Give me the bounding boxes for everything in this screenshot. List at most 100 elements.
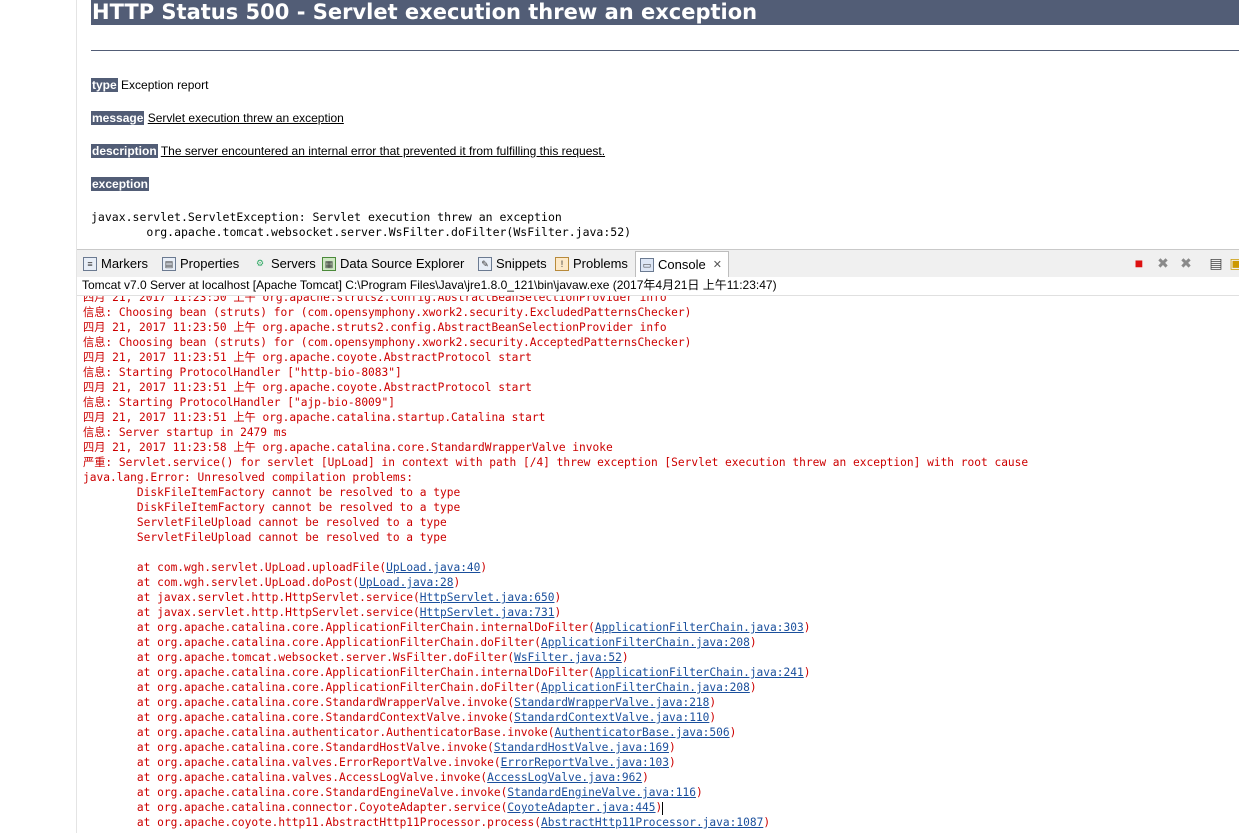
remove-all-terminated-icon[interactable]: ✖ — [1178, 255, 1194, 271]
console-line: 信息: Starting ProtocolHandler ["http-bio-… — [83, 365, 1028, 380]
tab-label: Snippets — [496, 256, 547, 271]
source-link[interactable]: ApplicationFilterChain.java:241 — [595, 666, 804, 679]
description-value: The server encountered an internal error… — [160, 144, 606, 158]
console-line-text: 信息: Starting ProtocolHandler ["http-bio-… — [83, 366, 402, 379]
console-title: Tomcat v7.0 Server at localhost [Apache … — [77, 277, 1239, 295]
source-link[interactable]: AccessLogValve.java:962 — [487, 771, 642, 784]
console-line: at org.apache.catalina.connector.CoyoteA… — [83, 800, 1028, 815]
console-line-text: 四月 21, 2017 11:23:50 上午 org.apache.strut… — [83, 321, 667, 334]
console-line-tail: ) — [763, 816, 771, 829]
tab-label: Problems — [573, 256, 628, 271]
source-link[interactable]: CoyoteAdapter.java:445 — [507, 801, 655, 814]
source-link[interactable]: ApplicationFilterChain.java:208 — [541, 636, 750, 649]
tab-console[interactable]: ▭ Console ✕ — [635, 251, 729, 277]
message-value: Servlet execution threw an exception — [147, 111, 344, 125]
console-line-text: at org.apache.catalina.valves.ErrorRepor… — [83, 756, 501, 769]
remove-launch-icon[interactable]: ✖ — [1155, 255, 1171, 271]
console-line-text: 信息: Server startup in 2479 ms — [83, 426, 288, 439]
console-line: 四月 21, 2017 11:23:50 上午 org.apache.strut… — [83, 295, 1028, 305]
console-line-text: at com.wgh.servlet.UpLoad.uploadFile( — [83, 561, 387, 574]
console-line-tail: ) — [554, 606, 562, 619]
exception-row: exception — [91, 177, 150, 191]
console-line: at com.wgh.servlet.UpLoad.uploadFile(UpL… — [83, 560, 1028, 575]
tab-markers[interactable]: ≡ Markers — [83, 254, 148, 274]
tab-snippets[interactable]: ✎ Snippets — [478, 254, 547, 274]
console-line-text: java.lang.Error: Unresolved compilation … — [83, 471, 420, 484]
console-line: 四月 21, 2017 11:23:51 上午 org.apache.coyot… — [83, 380, 1028, 395]
console-line-text: DiskFileItemFactory cannot be resolved t… — [83, 486, 461, 499]
terminate-icon[interactable]: ■ — [1131, 255, 1147, 271]
tab-problems[interactable]: ! Problems — [555, 254, 628, 274]
source-link[interactable]: StandardHostValve.java:169 — [494, 741, 669, 754]
console-line-tail: ) — [480, 561, 488, 574]
left-panel — [0, 0, 77, 833]
console-line: 信息: Choosing bean (struts) for (com.open… — [83, 305, 1028, 320]
console-line-text: DiskFileItemFactory cannot be resolved t… — [83, 501, 461, 514]
console-line-text: at org.apache.catalina.connector.CoyoteA… — [83, 801, 508, 814]
text-cursor — [662, 801, 664, 815]
console-line-tail: ) — [729, 726, 737, 739]
description-label: description — [91, 144, 158, 158]
tab-label: Properties — [180, 256, 240, 271]
console-line-text: ServletFileUpload cannot be resolved to … — [83, 516, 447, 529]
type-value: Exception report — [121, 78, 209, 92]
console-line-text: ServletFileUpload cannot be resolved to … — [83, 531, 447, 544]
console-line: at org.apache.tomcat.websocket.server.Ws… — [83, 650, 1028, 665]
console-lines: 四月 21, 2017 11:23:50 上午 org.apache.strut… — [83, 295, 1028, 830]
console-line-text: 四月 21, 2017 11:23:51 上午 org.apache.catal… — [83, 411, 546, 424]
console-line-text: 严重: Servlet.service() for servlet [UpLoa… — [83, 456, 1029, 469]
source-link[interactable]: WsFilter.java:52 — [514, 651, 622, 664]
console-line-text: 四月 21, 2017 11:23:51 上午 org.apache.coyot… — [83, 381, 532, 394]
close-icon[interactable]: ✕ — [713, 255, 722, 275]
clear-console-icon[interactable]: ▤ — [1208, 255, 1224, 271]
console-line: 四月 21, 2017 11:23:51 上午 org.apache.coyot… — [83, 350, 1028, 365]
source-link[interactable]: AbstractHttp11Processor.java:1087 — [541, 816, 763, 829]
console-line-text: at org.apache.catalina.authenticator.Aut… — [83, 726, 555, 739]
console-line-text: at org.apache.coyote.http11.AbstractHttp… — [83, 816, 542, 829]
source-link[interactable]: UpLoad.java:28 — [359, 576, 453, 589]
console-line-text: at org.apache.catalina.core.StandardWrap… — [83, 696, 515, 709]
console-line-tail: ) — [803, 621, 811, 634]
type-row: type Exception report — [91, 78, 208, 92]
source-link[interactable]: AuthenticatorBase.java:506 — [555, 726, 730, 739]
exception-line-2: org.apache.tomcat.websocket.server.WsFil… — [91, 225, 632, 239]
source-link[interactable]: ErrorReportValve.java:103 — [501, 756, 669, 769]
console-line-text: at com.wgh.servlet.UpLoad.doPost( — [83, 576, 360, 589]
console-line-tail: ) — [453, 576, 461, 589]
source-link[interactable]: HttpServlet.java:650 — [420, 591, 555, 604]
source-link[interactable]: ApplicationFilterChain.java:208 — [541, 681, 750, 694]
console-line-text: at org.apache.catalina.core.StandardEngi… — [83, 786, 508, 799]
console-line: at org.apache.catalina.core.StandardWrap… — [83, 695, 1028, 710]
source-link[interactable]: HttpServlet.java:731 — [420, 606, 555, 619]
exception-label: exception — [91, 177, 150, 191]
console-line-text: at org.apache.catalina.core.ApplicationF… — [83, 621, 595, 634]
scroll-lock-icon[interactable]: ▣ — [1228, 255, 1239, 271]
console-line-tail: ) — [554, 591, 562, 604]
console-line-tail: ) — [669, 756, 676, 769]
data-source-explorer-icon: ▦ — [322, 257, 336, 271]
console-line: java.lang.Error: Unresolved compilation … — [83, 470, 1028, 485]
tab-data-source-explorer[interactable]: ▦ Data Source Explorer — [322, 254, 464, 274]
console-line-text: 四月 21, 2017 11:23:50 上午 org.apache.strut… — [83, 295, 667, 304]
tab-properties[interactable]: ▤ Properties — [162, 254, 239, 274]
console-line: 四月 21, 2017 11:23:51 上午 org.apache.catal… — [83, 410, 1028, 425]
source-link[interactable]: StandardContextValve.java:110 — [514, 711, 709, 724]
source-link[interactable]: ApplicationFilterChain.java:303 — [595, 621, 804, 634]
console-line: at com.wgh.servlet.UpLoad.doPost(UpLoad.… — [83, 575, 1028, 590]
divider — [91, 50, 1239, 51]
console-line: 严重: Servlet.service() for servlet [UpLoa… — [83, 455, 1028, 470]
console-output[interactable]: 四月 21, 2017 11:23:50 上午 org.apache.strut… — [77, 295, 1239, 834]
console-line-text: 四月 21, 2017 11:23:58 上午 org.apache.catal… — [83, 441, 613, 454]
console-line: at org.apache.catalina.authenticator.Aut… — [83, 725, 1028, 740]
source-link[interactable]: StandardWrapperValve.java:218 — [514, 696, 709, 709]
console-line: 信息: Server startup in 2479 ms — [83, 425, 1028, 440]
source-link[interactable]: StandardEngineValve.java:116 — [507, 786, 696, 799]
console-line-text: at org.apache.catalina.valves.AccessLogV… — [83, 771, 488, 784]
console-line: at org.apache.catalina.core.StandardEngi… — [83, 785, 1028, 800]
tab-servers[interactable]: ⚙ Servers — [253, 254, 316, 274]
console-line-tail: ) — [709, 696, 717, 709]
source-link[interactable]: UpLoad.java:40 — [386, 561, 480, 574]
console-line-tail: ) — [621, 651, 629, 664]
console-line-text: at org.apache.tomcat.websocket.server.Ws… — [83, 651, 515, 664]
message-label: message — [91, 111, 145, 125]
